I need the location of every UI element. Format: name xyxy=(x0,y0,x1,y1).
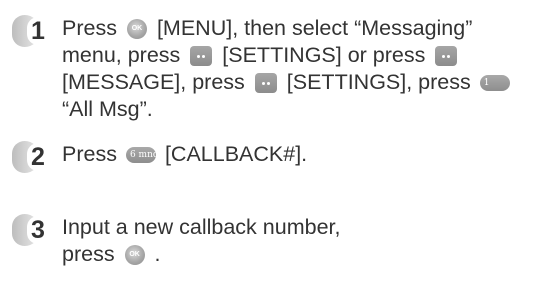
instruction-text: [SETTINGS] or press xyxy=(222,43,426,67)
instruction-text: “All Msg”. xyxy=(62,97,153,121)
step-2-instructions: Press 6 mno [CALLBACK#]. xyxy=(62,141,307,168)
number-6-key-label: 6 mno xyxy=(129,150,159,160)
step-number-badge: 3 xyxy=(12,214,49,246)
step-1: 1 Press OK [MENU], then select “Messagin… xyxy=(12,15,513,123)
soft-key-icon xyxy=(254,73,277,93)
step-2: 2 Press 6 mno [CALLBACK#]. xyxy=(12,141,307,173)
instruction-text: Press xyxy=(62,16,117,40)
step-3-line-1: Input a new callback number, xyxy=(62,214,340,241)
instruction-text: menu, press xyxy=(62,43,181,67)
instruction-text: [SETTINGS], press xyxy=(286,70,471,94)
instruction-text: [MENU], then select “Messaging” xyxy=(156,16,473,40)
step-number: 3 xyxy=(27,216,49,244)
ok-key-label: OK xyxy=(129,251,140,258)
number-1-key-icon: 1 xyxy=(479,75,510,91)
number-1-key-label: 1 xyxy=(483,78,490,88)
step-3-line-2: press OK . xyxy=(62,241,340,268)
instruction-text: [MESSAGE], press xyxy=(62,70,245,94)
step-3-instructions: Input a new callback number, press OK . xyxy=(62,214,340,268)
ok-key-icon: OK xyxy=(124,245,145,265)
step-1-line-3: [MESSAGE], press [SETTINGS], press 1 xyxy=(62,69,513,96)
step-number-badge: 2 xyxy=(12,141,49,173)
step-1-instructions: Press OK [MENU], then select “Messaging”… xyxy=(62,15,513,123)
ok-key-icon: OK xyxy=(126,19,147,39)
instruction-text: Press xyxy=(62,142,117,166)
soft-key-icon xyxy=(435,46,458,66)
step-3: 3 Input a new callback number, press OK … xyxy=(12,214,340,268)
instruction-text: Input a new callback number, xyxy=(62,215,341,239)
instruction-text: . xyxy=(154,242,161,266)
step-number: 1 xyxy=(27,17,49,45)
step-1-line-1: Press OK [MENU], then select “Messaging” xyxy=(62,15,513,42)
step-number: 2 xyxy=(27,143,49,171)
number-6-key-icon: 6 mno xyxy=(125,147,159,163)
instruction-text: [CALLBACK#]. xyxy=(164,142,308,166)
instruction-text: press xyxy=(62,242,115,266)
step-1-line-4: “All Msg”. xyxy=(62,96,513,123)
step-2-line-1: Press 6 mno [CALLBACK#]. xyxy=(62,141,307,168)
step-number-badge: 1 xyxy=(12,15,49,47)
ok-key-label: OK xyxy=(131,25,143,32)
soft-key-icon xyxy=(190,46,213,66)
step-1-line-2: menu, press [SETTINGS] or press xyxy=(62,42,513,69)
